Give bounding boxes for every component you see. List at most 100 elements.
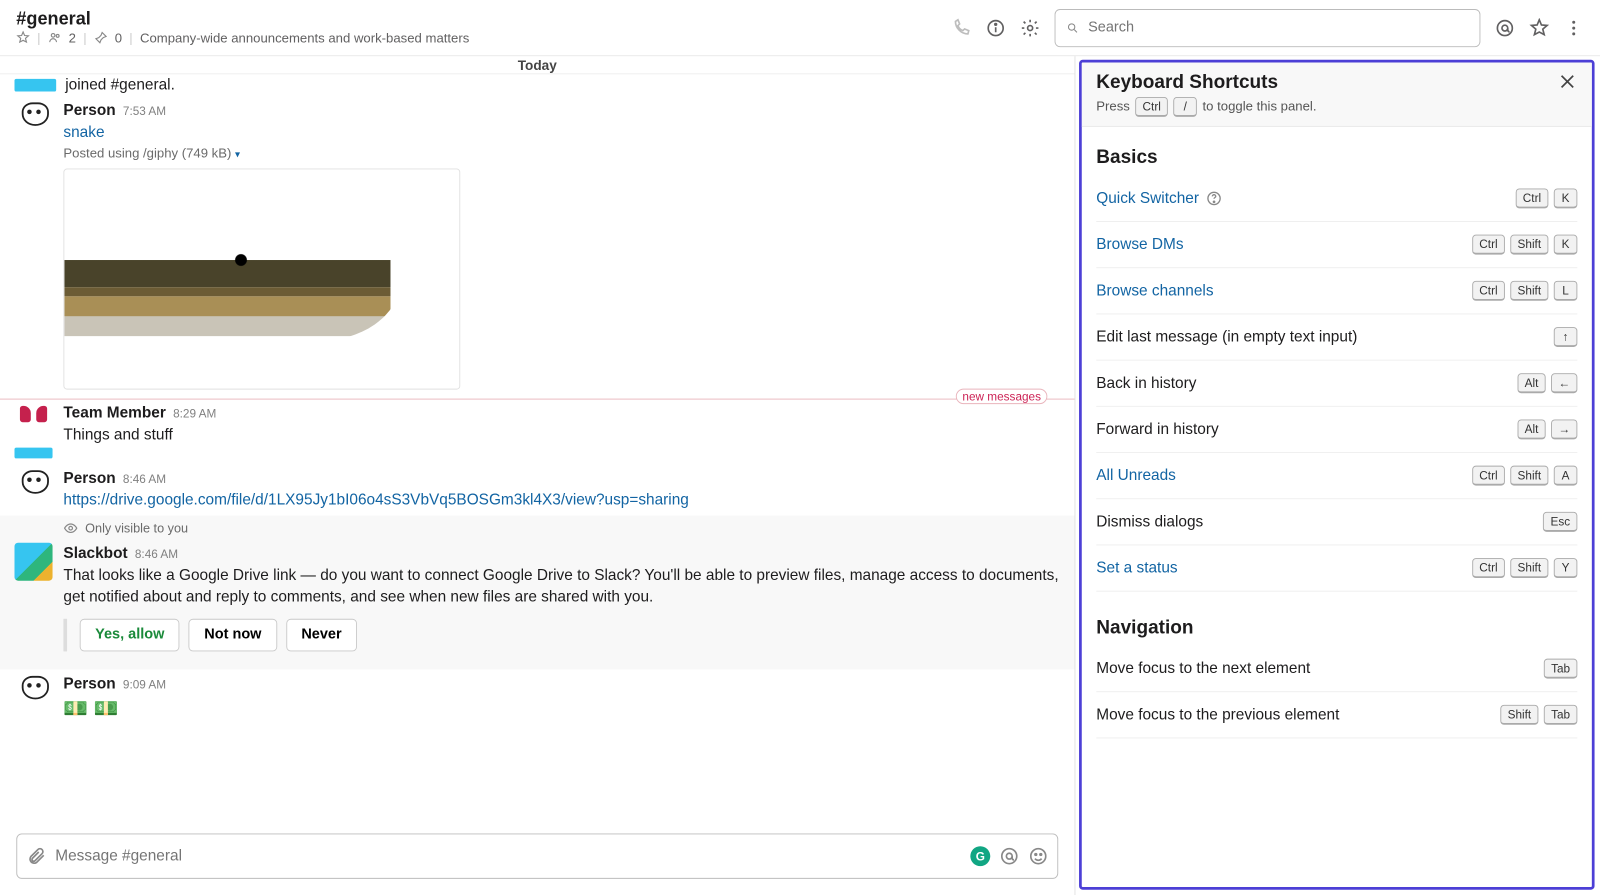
message-text: That looks like a Google Drive link — do…: [63, 565, 1060, 608]
attachment-meta[interactable]: Posted using /giphy (749 kB)▾: [63, 145, 460, 163]
slackbot-avatar[interactable]: [14, 543, 52, 581]
mentions-icon[interactable]: [1495, 18, 1515, 38]
keycap: Shift: [1510, 466, 1548, 486]
settings-icon[interactable]: [1020, 18, 1040, 38]
author-name[interactable]: Person: [63, 673, 115, 695]
shortcut-keys: CtrlShiftK: [1472, 235, 1577, 255]
keycap: /: [1174, 97, 1198, 117]
avatar[interactable]: [14, 402, 52, 440]
message: Team Member 8:29 AM Things and stuff: [0, 399, 1075, 464]
shortcut-label[interactable]: Browse channels: [1096, 282, 1213, 300]
shortcut-row: Back in history Alt←: [1096, 361, 1577, 407]
close-icon[interactable]: [1557, 72, 1577, 92]
keycap: Shift: [1510, 281, 1548, 301]
timestamp[interactable]: 8:46 AM: [123, 471, 166, 487]
message-emoji: 💵 💵: [63, 695, 166, 723]
timestamp[interactable]: 7:53 AM: [123, 103, 166, 119]
star-channel-icon[interactable]: [1529, 18, 1549, 38]
shortcut-label[interactable]: All Unreads: [1096, 467, 1176, 485]
day-divider: Today: [0, 56, 1075, 74]
shortcut-label: Move focus to the next element: [1096, 660, 1310, 678]
keycap: Shift: [1510, 235, 1548, 255]
author-name[interactable]: Slackbot: [63, 543, 127, 565]
message-link[interactable]: snake: [63, 123, 104, 140]
panel-subtitle: Press Ctrl / to toggle this panel.: [1096, 97, 1316, 117]
shortcut-keys: ShiftTab: [1500, 705, 1577, 725]
shortcut-keys: CtrlK: [1516, 188, 1578, 208]
author-name[interactable]: Team Member: [63, 402, 165, 424]
shortcut-keys: Alt→: [1517, 419, 1577, 439]
allow-button[interactable]: Yes, allow: [80, 619, 180, 652]
author-name[interactable]: Person: [63, 467, 115, 489]
info-icon[interactable]: [986, 18, 1006, 38]
keycap: Shift: [1500, 705, 1538, 725]
shortcut-label[interactable]: Browse DMs: [1096, 236, 1183, 254]
timestamp[interactable]: 8:29 AM: [173, 406, 216, 422]
avatar[interactable]: [14, 100, 52, 138]
keycap: Shift: [1510, 558, 1548, 578]
never-button[interactable]: Never: [286, 619, 357, 652]
shortcut-row: Browse channels CtrlShiftL: [1096, 268, 1577, 314]
ephemeral-header: Only visible to you: [0, 521, 1075, 539]
keycap: Y: [1554, 558, 1578, 578]
shortcut-row: Edit last message (in empty text input) …: [1096, 314, 1577, 360]
shortcut-row: Browse DMs CtrlShiftK: [1096, 222, 1577, 268]
keycap: Ctrl: [1472, 281, 1505, 301]
channel-name[interactable]: #general: [16, 9, 469, 30]
shortcut-row: Move focus to the next element Tab: [1096, 646, 1577, 692]
shortcut-keys: ↑: [1554, 327, 1578, 347]
pin-count[interactable]: 0: [115, 31, 122, 45]
shortcut-row: Dismiss dialogs Esc: [1096, 499, 1577, 545]
avatar[interactable]: [14, 467, 52, 505]
message-link[interactable]: https://drive.google.com/file/d/1LX95Jy1…: [63, 491, 688, 508]
shortcuts-panel: Keyboard Shortcuts Press Ctrl / to toggl…: [1075, 56, 1600, 895]
shortcut-label: Forward in history: [1096, 420, 1218, 438]
call-icon[interactable]: [951, 18, 971, 38]
not-now-button[interactable]: Not now: [189, 619, 277, 652]
system-event: joined #general.: [0, 74, 1075, 96]
shortcut-label: Move focus to the previous element: [1096, 706, 1339, 724]
search-icon: [1066, 21, 1079, 34]
message: Person 8:46 AM https://drive.google.com/…: [0, 464, 1075, 516]
mention-icon[interactable]: [999, 846, 1019, 866]
message-composer[interactable]: G: [16, 834, 1058, 879]
avatar[interactable]: [14, 673, 52, 711]
more-icon[interactable]: [1564, 18, 1584, 38]
new-messages-label: new messages: [956, 389, 1047, 404]
section-title-basics: Basics: [1096, 147, 1577, 169]
channel-topic[interactable]: Company-wide announcements and work-base…: [140, 31, 469, 45]
keycap: Ctrl: [1472, 466, 1505, 486]
emoji-icon[interactable]: [1028, 846, 1048, 866]
timestamp[interactable]: 8:46 AM: [135, 547, 178, 563]
badge-icon: [14, 79, 56, 92]
composer-input[interactable]: [55, 847, 961, 865]
shortcut-label: Back in history: [1096, 374, 1196, 392]
search-input[interactable]: [1088, 19, 1469, 35]
keycap: ↑: [1554, 327, 1578, 347]
timestamp[interactable]: 9:09 AM: [123, 677, 166, 693]
panel-title: Keyboard Shortcuts: [1096, 72, 1316, 94]
message-pane: Today joined #general. Person 7:53 AM sn…: [0, 56, 1075, 895]
shortcut-keys: Alt←: [1517, 373, 1577, 393]
shortcut-label[interactable]: Set a status: [1096, 559, 1177, 577]
search-box[interactable]: [1055, 9, 1481, 47]
keycap: Ctrl: [1516, 188, 1549, 208]
badge-icon: [14, 447, 52, 458]
keycap: Tab: [1544, 659, 1577, 679]
keycap: K: [1554, 235, 1578, 255]
help-icon[interactable]: [1206, 190, 1222, 206]
message-text: Things and stuff: [63, 424, 216, 446]
shortcut-label[interactable]: Quick Switcher: [1096, 189, 1199, 207]
star-icon[interactable]: [16, 31, 30, 46]
members-icon[interactable]: [48, 31, 62, 46]
shortcut-row: Quick Switcher CtrlK: [1096, 176, 1577, 222]
shortcut-keys: Esc: [1543, 512, 1577, 532]
grammarly-icon[interactable]: G: [970, 846, 990, 866]
message: Person 9:09 AM 💵 💵: [0, 669, 1075, 728]
image-preview[interactable]: [63, 168, 460, 389]
pin-icon[interactable]: [94, 31, 108, 46]
attach-icon[interactable]: [26, 846, 46, 866]
members-count[interactable]: 2: [69, 31, 76, 45]
shortcut-row: Move focus to the previous element Shift…: [1096, 692, 1577, 738]
author-name[interactable]: Person: [63, 100, 115, 122]
